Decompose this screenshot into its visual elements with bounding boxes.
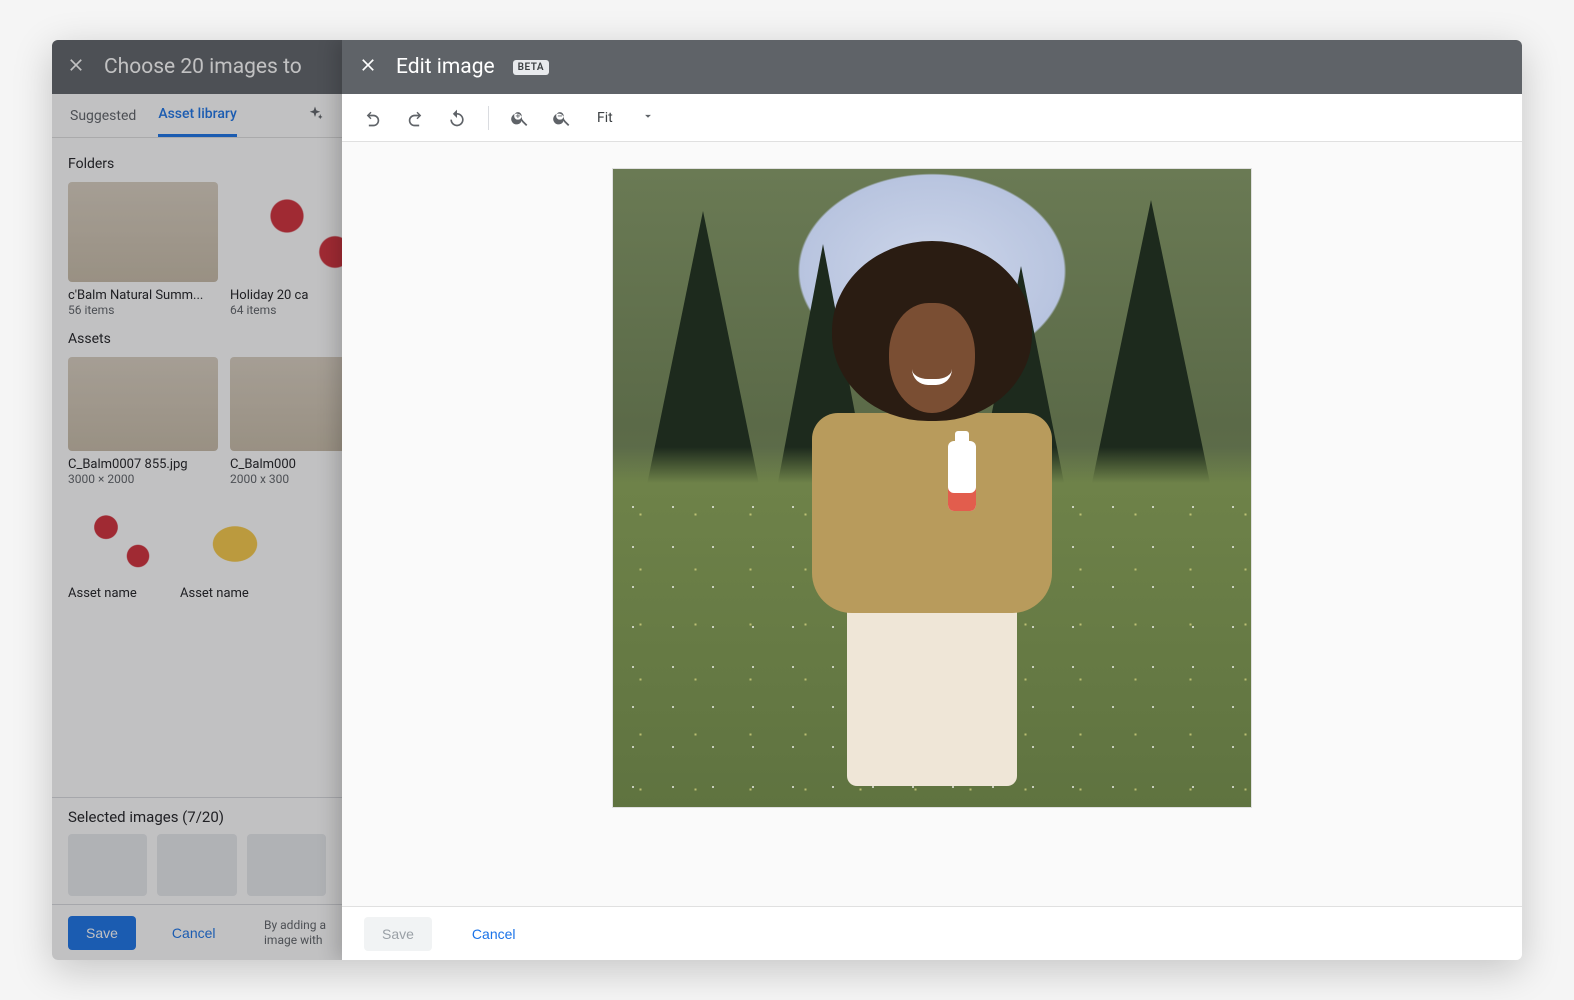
folder-meta: 56 items [68, 303, 218, 317]
picker-body: Folders c'Balm Natural Summ... 56 items … [52, 138, 342, 797]
chevron-down-icon [641, 109, 655, 127]
picker-cancel-button[interactable]: Cancel [154, 916, 234, 950]
folder-tile[interactable]: Holiday 20 ca 64 items [230, 182, 342, 317]
reset-icon[interactable] [446, 107, 468, 129]
toolbar-divider [488, 106, 489, 130]
editor-canvas-area [342, 142, 1522, 906]
undo-icon[interactable] [362, 107, 384, 129]
beta-badge: BETA [513, 60, 549, 75]
selected-thumbnail[interactable] [247, 834, 326, 896]
folder-tile[interactable]: c'Balm Natural Summ... 56 items [68, 182, 218, 317]
editor-header: Edit image BETA [342, 40, 1522, 94]
zoom-level-label: Fit [597, 110, 613, 126]
assets-label: Assets [68, 331, 326, 347]
zoom-level-select[interactable]: Fit [593, 109, 659, 127]
selected-images-bar: Selected images (7/20) [52, 797, 342, 904]
asset-tile[interactable]: C_Balm0007 855.jpg 3000 × 2000 [68, 357, 218, 486]
folders-label: Folders [68, 156, 326, 172]
zoom-out-icon[interactable] [551, 107, 573, 129]
asset-tile[interactable]: Asset name [68, 500, 168, 601]
picker-footer: Save Cancel By adding a image with [52, 904, 342, 960]
editor-cancel-button[interactable]: Cancel [454, 917, 534, 951]
tab-suggested[interactable]: Suggested [70, 94, 136, 137]
picker-footer-hint: By adding a image with [264, 918, 326, 947]
redo-icon[interactable] [404, 107, 426, 129]
selected-thumbnail[interactable] [157, 834, 236, 896]
folder-name: c'Balm Natural Summ... [68, 288, 218, 303]
zoom-in-icon[interactable] [509, 107, 531, 129]
editor-save-button: Save [364, 917, 432, 951]
asset-tile[interactable]: Asset name [180, 500, 280, 601]
asset-meta: 3000 × 2000 [68, 472, 218, 486]
picker-title: Choose 20 images to [104, 55, 302, 79]
editor-canvas[interactable] [612, 168, 1252, 808]
asset-tile[interactable]: C_Balm000 2000 x 300 [230, 357, 342, 486]
asset-name: Asset name [180, 586, 280, 601]
selected-label: Selected images (7/20) [68, 808, 326, 826]
editor-footer: Save Cancel [342, 906, 1522, 960]
picker-header: Choose 20 images to [52, 40, 342, 94]
image-picker-panel: Choose 20 images to Suggested Asset libr… [52, 40, 342, 960]
sparkle-icon[interactable] [306, 105, 324, 127]
editor-toolbar: Fit [342, 94, 1522, 142]
close-icon[interactable] [66, 55, 86, 80]
tab-asset-library[interactable]: Asset library [158, 94, 237, 137]
close-icon[interactable] [358, 55, 378, 79]
image-editor-panel: Edit image BETA Fit [342, 40, 1522, 960]
asset-name: C_Balm0007 855.jpg [68, 457, 218, 472]
picker-tabs: Suggested Asset library [52, 94, 342, 138]
folder-meta: 64 items [230, 303, 342, 317]
asset-meta: 2000 x 300 [230, 472, 342, 486]
app-window: Choose 20 images to Suggested Asset libr… [52, 40, 1522, 960]
folder-name: Holiday 20 ca [230, 288, 342, 303]
selected-thumbnail[interactable] [68, 834, 147, 896]
asset-name: Asset name [68, 586, 168, 601]
editor-title: Edit image [396, 55, 495, 79]
asset-name: C_Balm000 [230, 457, 342, 472]
canvas-image [613, 169, 1251, 807]
picker-save-button[interactable]: Save [68, 916, 136, 950]
